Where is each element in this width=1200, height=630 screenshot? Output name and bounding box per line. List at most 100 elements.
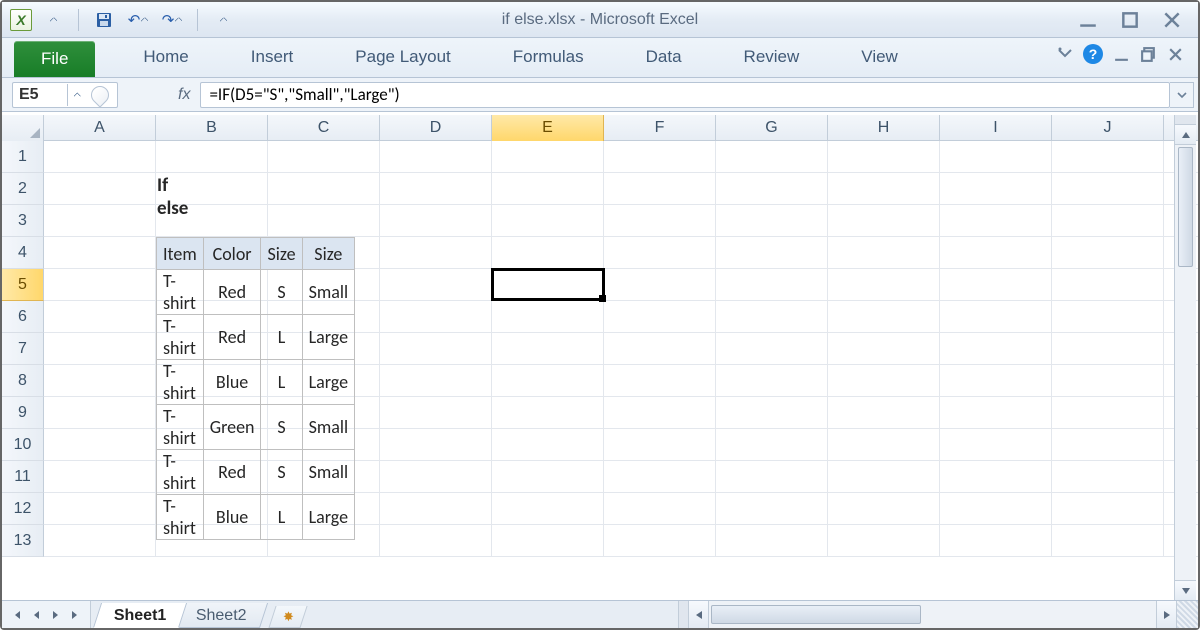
scroll-up-button[interactable]: [1175, 125, 1196, 145]
table-cell[interactable]: Red: [203, 450, 261, 495]
table-cell[interactable]: T-shirt: [157, 360, 204, 405]
undo-button[interactable]: ↶: [125, 8, 151, 32]
tab-review[interactable]: Review: [728, 39, 816, 77]
table-cell[interactable]: T-shirt: [157, 450, 204, 495]
row-header-13[interactable]: 13: [2, 525, 44, 557]
name-box-input[interactable]: [13, 84, 67, 106]
table-cell[interactable]: Blue: [203, 360, 261, 405]
horizontal-scroll-track[interactable]: [709, 601, 1156, 628]
vertical-scroll-track[interactable]: [1175, 145, 1196, 580]
vertical-scrollbar[interactable]: [1174, 115, 1196, 600]
workbook-close-button[interactable]: [1167, 46, 1184, 63]
column-header-H[interactable]: H: [828, 115, 940, 141]
sheet-nav-next-button[interactable]: [46, 603, 66, 627]
sheet-tab-bar: Sheet1 Sheet2 ✸: [2, 600, 1198, 628]
table-cell[interactable]: Small: [302, 405, 355, 450]
column-header-E[interactable]: E: [492, 115, 604, 141]
table-cell[interactable]: T-shirt: [157, 270, 204, 315]
row-header-9[interactable]: 9: [2, 397, 44, 429]
table-cell[interactable]: Small: [302, 270, 355, 315]
table-cell[interactable]: Large: [302, 495, 355, 540]
tab-view[interactable]: View: [845, 39, 914, 77]
column-header-A[interactable]: A: [44, 115, 156, 141]
row-header-10[interactable]: 10: [2, 429, 44, 461]
scroll-left-button[interactable]: [689, 601, 709, 628]
column-header-I[interactable]: I: [940, 115, 1052, 141]
sheet-tab-sheet2[interactable]: Sheet2: [175, 603, 268, 628]
sheet-tab-sheet1[interactable]: Sheet1: [93, 603, 188, 628]
table-cell[interactable]: T-shirt: [157, 495, 204, 540]
scroll-right-button[interactable]: [1156, 601, 1176, 628]
formula-bar-expand-button[interactable]: [1170, 82, 1194, 108]
qat-app-dropdown[interactable]: [40, 8, 66, 32]
row-header-7[interactable]: 7: [2, 333, 44, 365]
close-button[interactable]: [1162, 10, 1182, 30]
table-cell[interactable]: Blue: [203, 495, 261, 540]
ribbon-minimize-button[interactable]: [1057, 46, 1073, 63]
horizontal-split-handle[interactable]: [679, 601, 689, 628]
file-tab[interactable]: File: [14, 41, 95, 77]
cells-area[interactable]: If else ItemColorSizeSize T-shirtRedSSma…: [44, 141, 1198, 600]
worksheet-grid[interactable]: ABCDEFGHIJ 12345678910111213 If else Ite…: [2, 115, 1198, 600]
workbook-restore-button[interactable]: [1140, 46, 1157, 63]
select-all-corner[interactable]: [2, 115, 44, 141]
save-button[interactable]: [91, 8, 117, 32]
table-cell[interactable]: Large: [302, 315, 355, 360]
row-header-4[interactable]: 4: [2, 237, 44, 269]
row-header-6[interactable]: 6: [2, 301, 44, 333]
column-header-C[interactable]: C: [268, 115, 380, 141]
horizontal-scrollbar[interactable]: [678, 601, 1198, 628]
table-row: T-shirtRedLLarge: [157, 315, 355, 360]
column-header-F[interactable]: F: [604, 115, 716, 141]
help-button[interactable]: ?: [1083, 44, 1103, 64]
table-cell[interactable]: S: [261, 270, 302, 315]
workbook-minimize-button[interactable]: [1113, 46, 1130, 63]
maximize-button[interactable]: [1120, 10, 1140, 30]
column-header-D[interactable]: D: [380, 115, 492, 141]
new-sheet-button[interactable]: ✸: [269, 606, 308, 628]
tab-home[interactable]: Home: [127, 39, 204, 77]
sheet-nav-last-button[interactable]: [66, 603, 86, 627]
table-cell[interactable]: T-shirt: [157, 405, 204, 450]
fx-label[interactable]: fx: [178, 86, 190, 104]
section-title: If else: [157, 174, 188, 220]
qat-customize-button[interactable]: [210, 8, 236, 32]
tab-page-layout[interactable]: Page Layout: [339, 39, 466, 77]
column-header-G[interactable]: G: [716, 115, 828, 141]
name-box-dropdown[interactable]: [67, 84, 85, 106]
column-header-J[interactable]: J: [1052, 115, 1164, 141]
row-header-1[interactable]: 1: [2, 141, 44, 173]
table-cell[interactable]: Large: [302, 360, 355, 405]
table-cell[interactable]: L: [261, 315, 302, 360]
table-cell[interactable]: Green: [203, 405, 261, 450]
row-header-2[interactable]: 2: [2, 173, 44, 205]
tab-insert[interactable]: Insert: [235, 39, 310, 77]
formula-input[interactable]: [200, 82, 1170, 108]
tab-data[interactable]: Data: [630, 39, 698, 77]
row-header-11[interactable]: 11: [2, 461, 44, 493]
tab-formulas[interactable]: Formulas: [497, 39, 600, 77]
sheet-nav-prev-button[interactable]: [26, 603, 46, 627]
resize-handle[interactable]: [1176, 601, 1198, 628]
table-cell[interactable]: T-shirt: [157, 315, 204, 360]
table-cell[interactable]: Small: [302, 450, 355, 495]
row-header-12[interactable]: 12: [2, 493, 44, 525]
vertical-scroll-thumb[interactable]: [1178, 147, 1193, 267]
table-cell[interactable]: Red: [203, 315, 261, 360]
column-header-B[interactable]: B: [156, 115, 268, 141]
minimize-button[interactable]: [1078, 10, 1098, 30]
table-cell[interactable]: L: [261, 495, 302, 540]
table-cell[interactable]: Red: [203, 270, 261, 315]
row-header-8[interactable]: 8: [2, 365, 44, 397]
row-header-3[interactable]: 3: [2, 205, 44, 237]
row-header-5[interactable]: 5: [2, 269, 44, 301]
sheet-nav-first-button[interactable]: [6, 603, 26, 627]
vertical-split-handle[interactable]: [1175, 115, 1196, 125]
scroll-down-button[interactable]: [1175, 580, 1196, 600]
table-cell[interactable]: S: [261, 450, 302, 495]
redo-button[interactable]: ↷: [159, 8, 185, 32]
table-cell[interactable]: L: [261, 360, 302, 405]
table-cell[interactable]: S: [261, 405, 302, 450]
name-box[interactable]: [12, 82, 118, 108]
horizontal-scroll-thumb[interactable]: [711, 605, 921, 624]
